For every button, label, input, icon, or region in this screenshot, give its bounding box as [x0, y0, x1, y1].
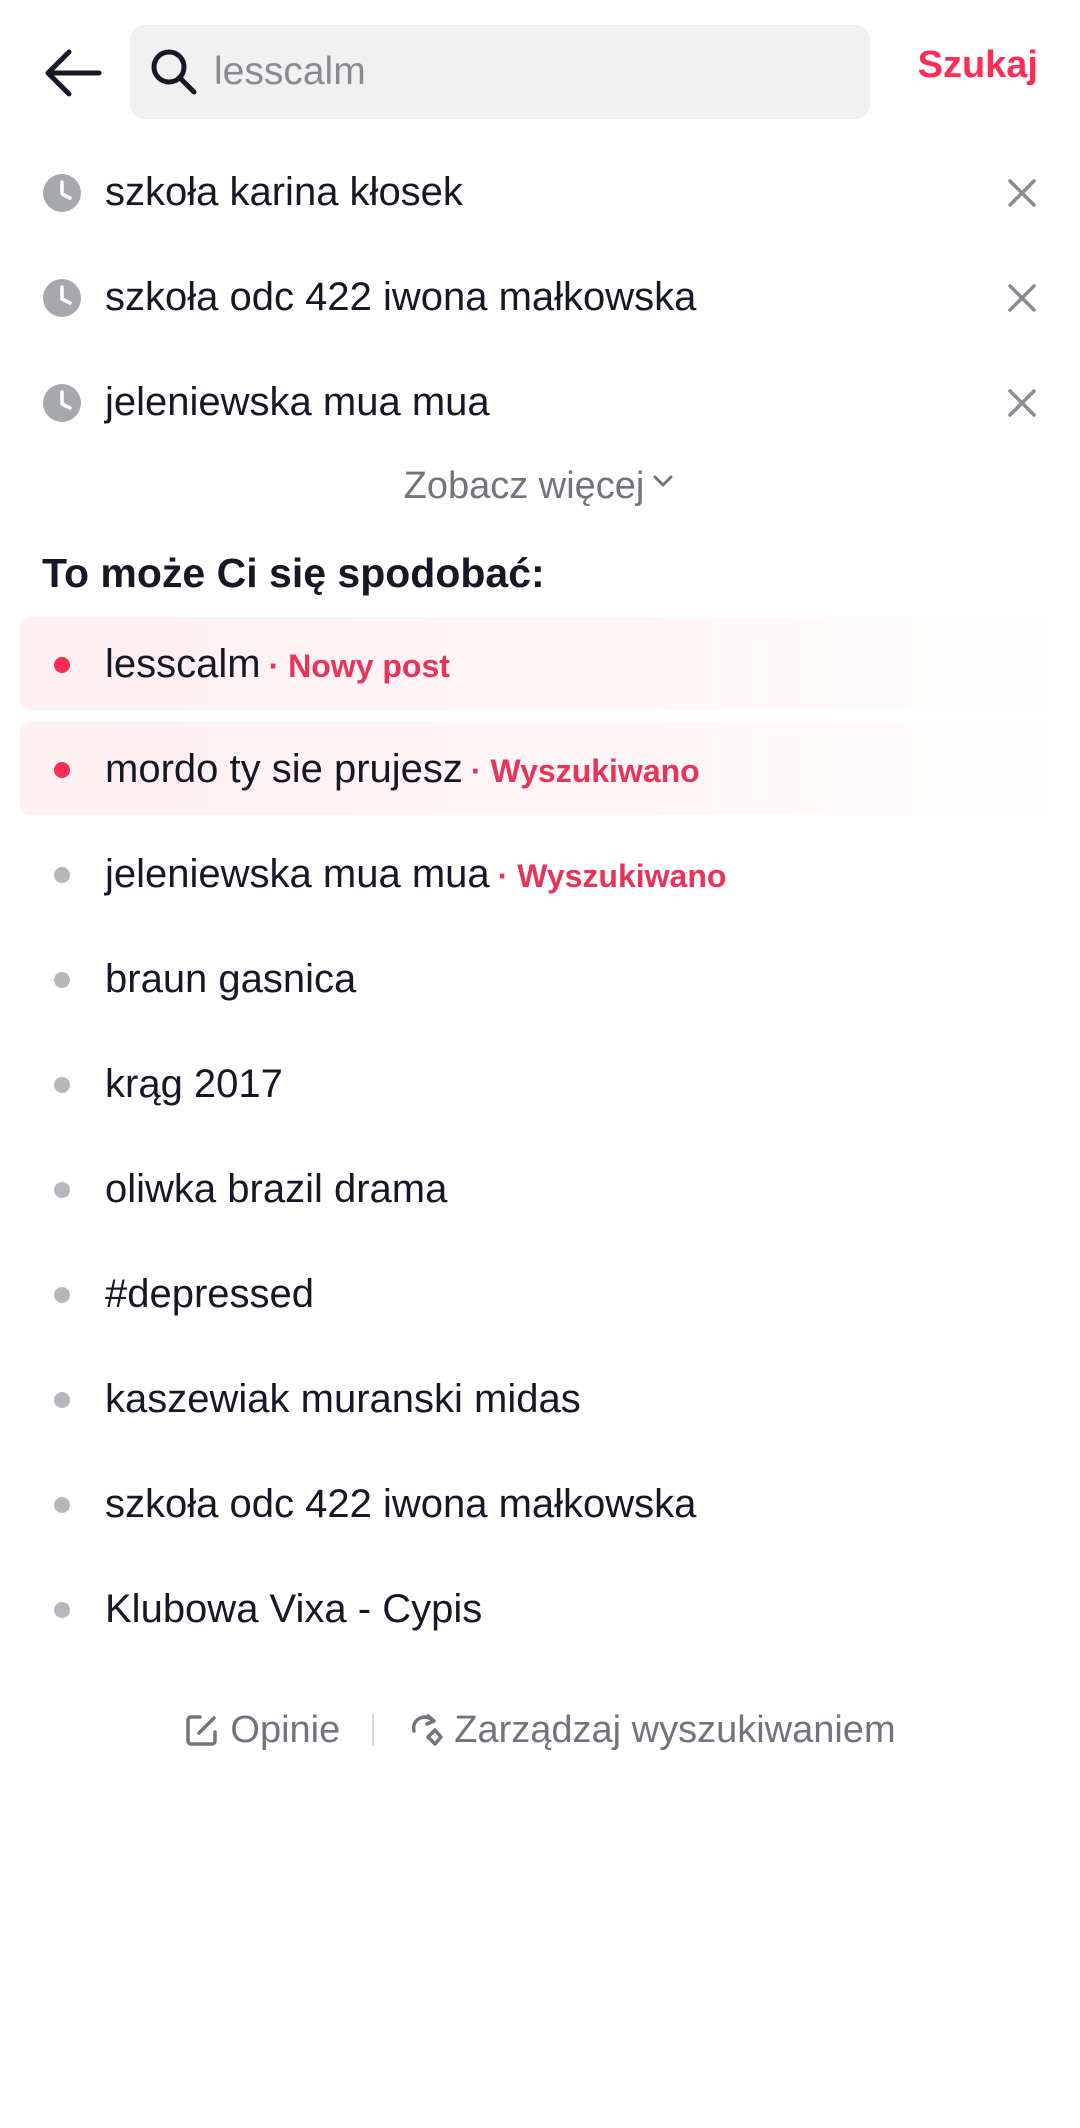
bullet-dot-icon [54, 1287, 70, 1303]
suggestion-item[interactable]: oliwka brazil drama [0, 1142, 1080, 1247]
back-button[interactable] [40, 40, 106, 106]
search-input[interactable] [214, 25, 854, 119]
bullet-dot-icon [54, 1077, 70, 1093]
history-item-label: szkoła odc 422 iwona małkowska [105, 275, 697, 319]
suggestion-text: Klubowa Vixa - Cypis [105, 1587, 482, 1632]
suggestion-text: szkoła odc 422 iwona małkowska [105, 1482, 696, 1527]
feedback-link[interactable]: Opinie [184, 1709, 340, 1752]
close-icon[interactable] [1002, 383, 1042, 423]
suggestion-item[interactable]: jeleniewska mua mua · Wyszukiwano [0, 827, 1080, 932]
suggestion-label: krąg 2017 [105, 1062, 283, 1106]
suggestion-label: mordo ty sie prujesz [105, 747, 463, 791]
suggestion-item[interactable]: kaszewiak muranski midas [0, 1352, 1080, 1457]
close-icon[interactable] [1002, 173, 1042, 213]
suggestion-item[interactable]: szkoła odc 422 iwona małkowska [0, 1457, 1080, 1562]
bullet-dot-icon [54, 1602, 70, 1618]
feedback-label: Opinie [230, 1708, 341, 1751]
search-header: Szukaj [0, 0, 1080, 145]
bullet-dot-icon [54, 867, 70, 883]
suggestion-label: szkoła odc 422 iwona małkowska [105, 1482, 697, 1526]
bullet-dot-icon [54, 1392, 70, 1408]
search-history-list: szkoła karina kłosek szkoła odc 422 iwona… [0, 150, 1080, 465]
suggestions-list: lesscalm · Nowy post mordo ty sie prujesz ·… [0, 617, 1080, 1667]
arrow-left-icon [45, 49, 102, 97]
history-item-label: jeleniewska mua mua [105, 380, 490, 424]
suggestion-tag: · Nowy post [268, 648, 450, 684]
close-icon[interactable] [1002, 278, 1042, 318]
suggestion-item[interactable]: #depressed [0, 1247, 1080, 1352]
suggestion-text: lesscalm · Nowy post [105, 642, 450, 687]
suggestions-title: To może Ci się spodobać: [42, 550, 545, 596]
bullet-dot-icon [54, 1182, 70, 1198]
search-icon [151, 49, 197, 95]
suggestion-item[interactable]: mordo ty sie prujesz · Wyszukiwano [0, 722, 1080, 827]
suggestion-item[interactable]: braun gasnica [0, 932, 1080, 1037]
suggestion-label: Klubowa Vixa - Cypis [105, 1587, 483, 1631]
history-item-label: szkoła karina kłosek [105, 170, 463, 214]
footer-links: Opinie Zarządzaj wyszukiwaniem [0, 1700, 1080, 1760]
manage-search-icon [412, 1714, 443, 1746]
suggestion-tag: · Wyszukiwano [470, 753, 700, 789]
suggestion-label: jeleniewska mua mua [105, 852, 490, 896]
suggestion-text: mordo ty sie prujesz · Wyszukiwano [105, 747, 700, 792]
bullet-dot-icon [54, 762, 70, 778]
bullet-dot-icon [54, 972, 70, 988]
clock-icon [43, 384, 81, 422]
suggestion-item[interactable]: lesscalm · Nowy post [0, 617, 1080, 722]
suggestion-item[interactable]: Klubowa Vixa - Cypis [0, 1562, 1080, 1667]
clock-icon [43, 279, 81, 317]
suggestion-item[interactable]: krąg 2017 [0, 1037, 1080, 1142]
suggestion-tag: · Wyszukiwano [497, 858, 727, 894]
suggestion-text: #depressed [105, 1272, 314, 1317]
suggestion-label: braun gasnica [105, 957, 357, 1001]
suggestion-text: oliwka brazil drama [105, 1167, 447, 1212]
suggestion-label: #depressed [105, 1272, 315, 1316]
history-item[interactable]: jeleniewska mua mua [0, 360, 1080, 465]
suggestion-text: braun gasnica [105, 957, 356, 1002]
bullet-dot-icon [54, 657, 70, 673]
history-item[interactable]: szkoła karina kłosek [0, 150, 1080, 255]
edit-icon [186, 1715, 218, 1746]
see-more-button[interactable]: Zobacz więcej [0, 465, 1080, 508]
see-more-label: Zobacz więcej [403, 465, 645, 507]
suggestion-label: lesscalm [105, 642, 261, 686]
suggestion-text: kaszewiak muranski midas [105, 1377, 581, 1422]
suggestion-text: krąg 2017 [105, 1062, 283, 1107]
clock-icon [43, 174, 81, 212]
suggestion-label: kaszewiak muranski midas [105, 1377, 581, 1421]
search-box[interactable] [130, 25, 870, 119]
suggestion-text: jeleniewska mua mua · Wyszukiwano [105, 852, 726, 897]
footer-divider [372, 1714, 375, 1746]
history-item[interactable]: szkoła odc 422 iwona małkowska [0, 255, 1080, 360]
manage-search-link[interactable]: Zarządzaj wyszukiwaniem [406, 1708, 896, 1752]
suggestion-label: oliwka brazil drama [105, 1167, 448, 1211]
search-submit-button[interactable]: Szukaj [918, 44, 1038, 87]
manage-search-label: Zarządzaj wyszukiwaniem [454, 1708, 896, 1751]
chevron-down-icon [653, 475, 673, 487]
bullet-dot-icon [54, 1497, 70, 1513]
